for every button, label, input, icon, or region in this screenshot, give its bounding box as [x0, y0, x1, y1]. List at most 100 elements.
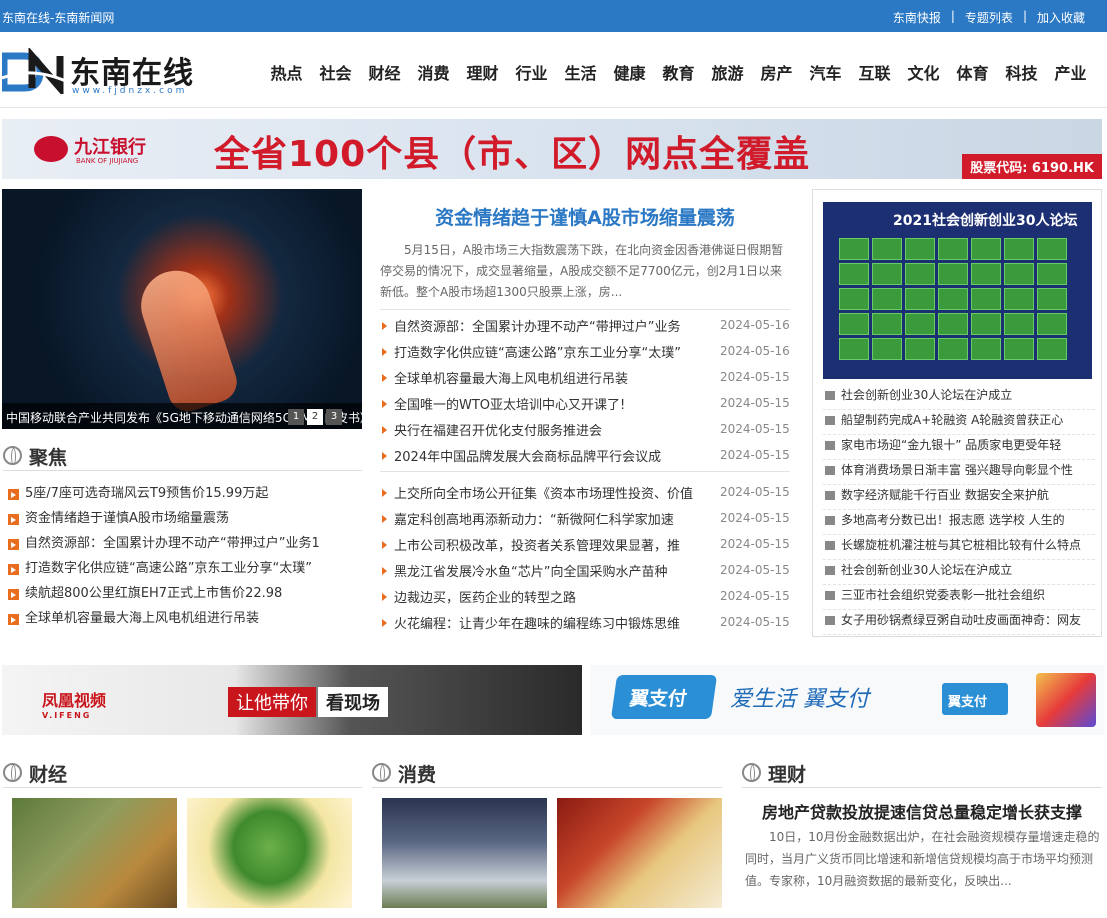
list-item[interactable]: 体育消费场景日渐丰富 强兴趣导向彰显个性	[823, 460, 1095, 485]
nav-item[interactable]: 产业	[1046, 60, 1095, 84]
list-item[interactable]: 2024年中国品牌发展大会商标品牌平行会议成 2024-05-15	[382, 442, 792, 468]
divider	[380, 471, 790, 472]
list-item[interactable]: 多地高考分数已出！报志愿 选学校 人生的	[823, 510, 1095, 535]
list-item[interactable]: 数字经济赋能千行百业 数据安全来护航	[823, 485, 1095, 510]
nav-item[interactable]: 生活	[556, 60, 605, 84]
nav-item[interactable]: 理财	[458, 60, 507, 84]
list-item[interactable]: 三亚市社会组织党委表彰一批社会组织	[823, 585, 1095, 610]
nav-item[interactable]: 热点	[262, 60, 311, 84]
list-item[interactable]: 打造数字化供应链“高速公路”京东工业分享“太璞” 2024-05-16	[382, 338, 792, 364]
nav-item[interactable]: 汽车	[801, 60, 850, 84]
list-item[interactable]: 资金情绪趋于谨慎A股市场缩量震荡	[8, 509, 363, 534]
news-date: 2024-05-15	[720, 563, 790, 577]
thumbnail-image[interactable]	[557, 798, 722, 908]
news-title[interactable]: 央行在福建召开优化支付服务推进会	[382, 420, 708, 439]
ifeng-brand-en: V.IFENG	[42, 711, 92, 720]
side-picture-title: 2021社会创新创业30人论坛	[893, 213, 1078, 229]
news-date: 2024-05-15	[720, 422, 790, 436]
news-title[interactable]: 黑龙江省发展冷水鱼“芯片”向全国采购水产苗种	[382, 561, 708, 580]
thumbnail-image[interactable]	[12, 798, 177, 908]
list-item[interactable]: 上市公司积极改革，投资者关系管理效果显著，推 2024-05-15	[382, 531, 792, 557]
news-title[interactable]: 火花编程：让青少年在趣味的编程练习中锻炼思维	[382, 613, 708, 632]
logo[interactable]: 东南在线 www.fjdnzx.com	[2, 46, 202, 98]
section-header-focus: 聚焦	[3, 441, 362, 471]
list-item[interactable]: 嘉定科创高地再添新动力：“新微阿仁科学家加速 2024-05-15	[382, 505, 792, 531]
link-kuaibao[interactable]: 东南快报	[883, 9, 951, 26]
top-links: 东南快报 | 专题列表 | 加入收藏	[883, 9, 1095, 26]
list-item[interactable]: 全国唯一的WTO亚太培训中心又开课了! 2024-05-15	[382, 390, 792, 416]
nav-item[interactable]: 体育	[948, 60, 997, 84]
licai-title[interactable]: 房地产贷款投放提速信贷总量稳定增长获支撑	[742, 799, 1102, 823]
lead-summary: 5月15日，A股市场三大指数震荡下跌，在北向资金因香港佛诞日假期暂停交易的情况下…	[380, 243, 784, 299]
nav-item[interactable]: 财经	[360, 60, 409, 84]
list-item[interactable]: 全球单机容量最大海上风电机组进行吊装 2024-05-15	[382, 364, 792, 390]
thumbnail-image[interactable]	[187, 798, 352, 908]
list-item[interactable]: 社会创新创业30人论坛在沪成立	[823, 385, 1095, 410]
nav-item[interactable]: 文化	[899, 60, 948, 84]
news-title[interactable]: 全球单机容量最大海上风电机组进行吊装	[382, 368, 708, 387]
list-item[interactable]: 自然资源部：全国累计办理不动产“带押过户”业务1	[8, 534, 363, 559]
news-title[interactable]: 全国唯一的WTO亚太培训中心又开课了!	[382, 394, 708, 413]
nav-item[interactable]: 互联	[850, 60, 899, 84]
news-date: 2024-05-15	[720, 615, 790, 629]
news-title[interactable]: 嘉定科创高地再添新动力：“新微阿仁科学家加速	[382, 509, 708, 528]
section-title[interactable]: 财经	[29, 760, 67, 787]
list-item[interactable]: 打造数字化供应链“高速公路”京东工业分享“太璞”	[8, 559, 363, 584]
hero-slider[interactable]: 中国移动联合产业共同发布《5G地下移动通信网络5GDMNI白皮书》 1 2 3	[2, 189, 362, 429]
divider	[380, 309, 790, 310]
bestpay-ad[interactable]: 翼支付 爱生活 翼支付 翼支付	[590, 665, 1104, 735]
ifeng-brand-name: 凤凰视频	[42, 691, 107, 710]
list-item[interactable]: 5座/7座可选奇瑞风云T9预售价15.99万起	[8, 484, 363, 509]
nav-item[interactable]: 旅游	[703, 60, 752, 84]
slider-pager: 1 2 3	[288, 409, 342, 425]
news-title[interactable]: 边裁边买，医药企业的转型之路	[382, 587, 708, 606]
dn-logo-icon	[2, 48, 68, 94]
list-item[interactable]: 社会创新创业30人论坛在沪成立	[823, 560, 1095, 585]
list-item[interactable]: 央行在福建召开优化支付服务推进会 2024-05-15	[382, 416, 792, 442]
site-title[interactable]: 东南在线-东南新闻网	[2, 9, 114, 26]
main-nav: 热点 社会 财经 消费 理财 行业 生活 健康 教育 旅游 房产 汽车 互联 文…	[262, 60, 1095, 84]
news-date: 2024-05-15	[720, 485, 790, 499]
lead-title[interactable]: 资金情绪趋于谨慎A股市场缩量震荡	[380, 203, 790, 230]
nav-item[interactable]: 消费	[409, 60, 458, 84]
news-date: 2024-05-16	[720, 344, 790, 358]
nav-item[interactable]: 科技	[997, 60, 1046, 84]
slide-dot[interactable]: 2	[307, 409, 323, 425]
news-title[interactable]: 2024年中国品牌发展大会商标品牌平行会议成	[382, 446, 708, 465]
section-title[interactable]: 理财	[768, 760, 806, 787]
list-item[interactable]: 火花编程：让青少年在趣味的编程练习中锻炼思维 2024-05-15	[382, 609, 792, 635]
ifeng-video-ad[interactable]: 凤凰视频 V.IFENG 让他带你 看现场	[2, 665, 582, 735]
list-item[interactable]: 船望制药完成A+轮融资 A轮融资曾获正心	[823, 410, 1095, 435]
top-bar: 东南在线-东南新闻网 东南快报 | 专题列表 | 加入收藏	[0, 0, 1107, 32]
nav-item[interactable]: 教育	[654, 60, 703, 84]
section-title[interactable]: 聚焦	[29, 443, 67, 470]
list-item[interactable]: 边裁边买，医药企业的转型之路 2024-05-15	[382, 583, 792, 609]
side-picture[interactable]: 2021社会创新创业30人论坛	[823, 202, 1092, 379]
slide-dot[interactable]: 3	[326, 409, 342, 425]
list-item[interactable]: 女子用砂锅煮绿豆粥自动吐皮画面神奇：网友	[823, 610, 1095, 635]
list-item[interactable]: 黑龙江省发展冷水鱼“芯片”向全国采购水产苗种 2024-05-15	[382, 557, 792, 583]
list-item[interactable]: 家电市场迎“金九银十” 品质家电更受年轻	[823, 435, 1095, 460]
news-title[interactable]: 自然资源部：全国累计办理不动产“带押过户”业务	[382, 316, 708, 335]
list-item[interactable]: 续航超800公里红旗EH7正式上市售价22.98	[8, 584, 363, 609]
nav-item[interactable]: 社会	[311, 60, 360, 84]
list-item[interactable]: 上交所向全市场公开征集《资本市场理性投资、价值 2024-05-15	[382, 479, 792, 505]
thumbnail-image[interactable]	[382, 798, 547, 908]
nav-item[interactable]: 房产	[752, 60, 801, 84]
nav-item[interactable]: 行业	[507, 60, 556, 84]
logo-url: www.fjdnzx.com	[72, 86, 188, 96]
list-item[interactable]: 长螺旋桩机灌注桩与其它桩相比较有什么特点	[823, 535, 1095, 560]
section-header-xiaofei: 消费	[372, 758, 722, 788]
list-item[interactable]: 自然资源部：全国累计办理不动产“带押过户”业务 2024-05-16	[382, 312, 792, 338]
slide-dot[interactable]: 1	[288, 409, 304, 425]
list-item[interactable]: 全球单机容量最大海上风电机组进行吊装	[8, 609, 363, 634]
section-title[interactable]: 消费	[398, 760, 436, 787]
link-favorite[interactable]: 加入收藏	[1027, 9, 1095, 26]
news-title[interactable]: 打造数字化供应链“高速公路”京东工业分享“太璞”	[382, 342, 708, 361]
nav-item[interactable]: 健康	[605, 60, 654, 84]
news-title[interactable]: 上交所向全市场公开征集《资本市场理性投资、价值	[382, 483, 708, 502]
bank-banner-ad[interactable]: 九江银行 BANK OF JIUJIANG 全省100个县（市、区）网点全覆盖 …	[2, 119, 1102, 179]
news-title[interactable]: 上市公司积极改革，投资者关系管理效果显著，推	[382, 535, 708, 554]
bank-logo: 九江银行 BANK OF JIUJIANG	[34, 133, 174, 167]
link-zhuanti[interactable]: 专题列表	[955, 9, 1023, 26]
